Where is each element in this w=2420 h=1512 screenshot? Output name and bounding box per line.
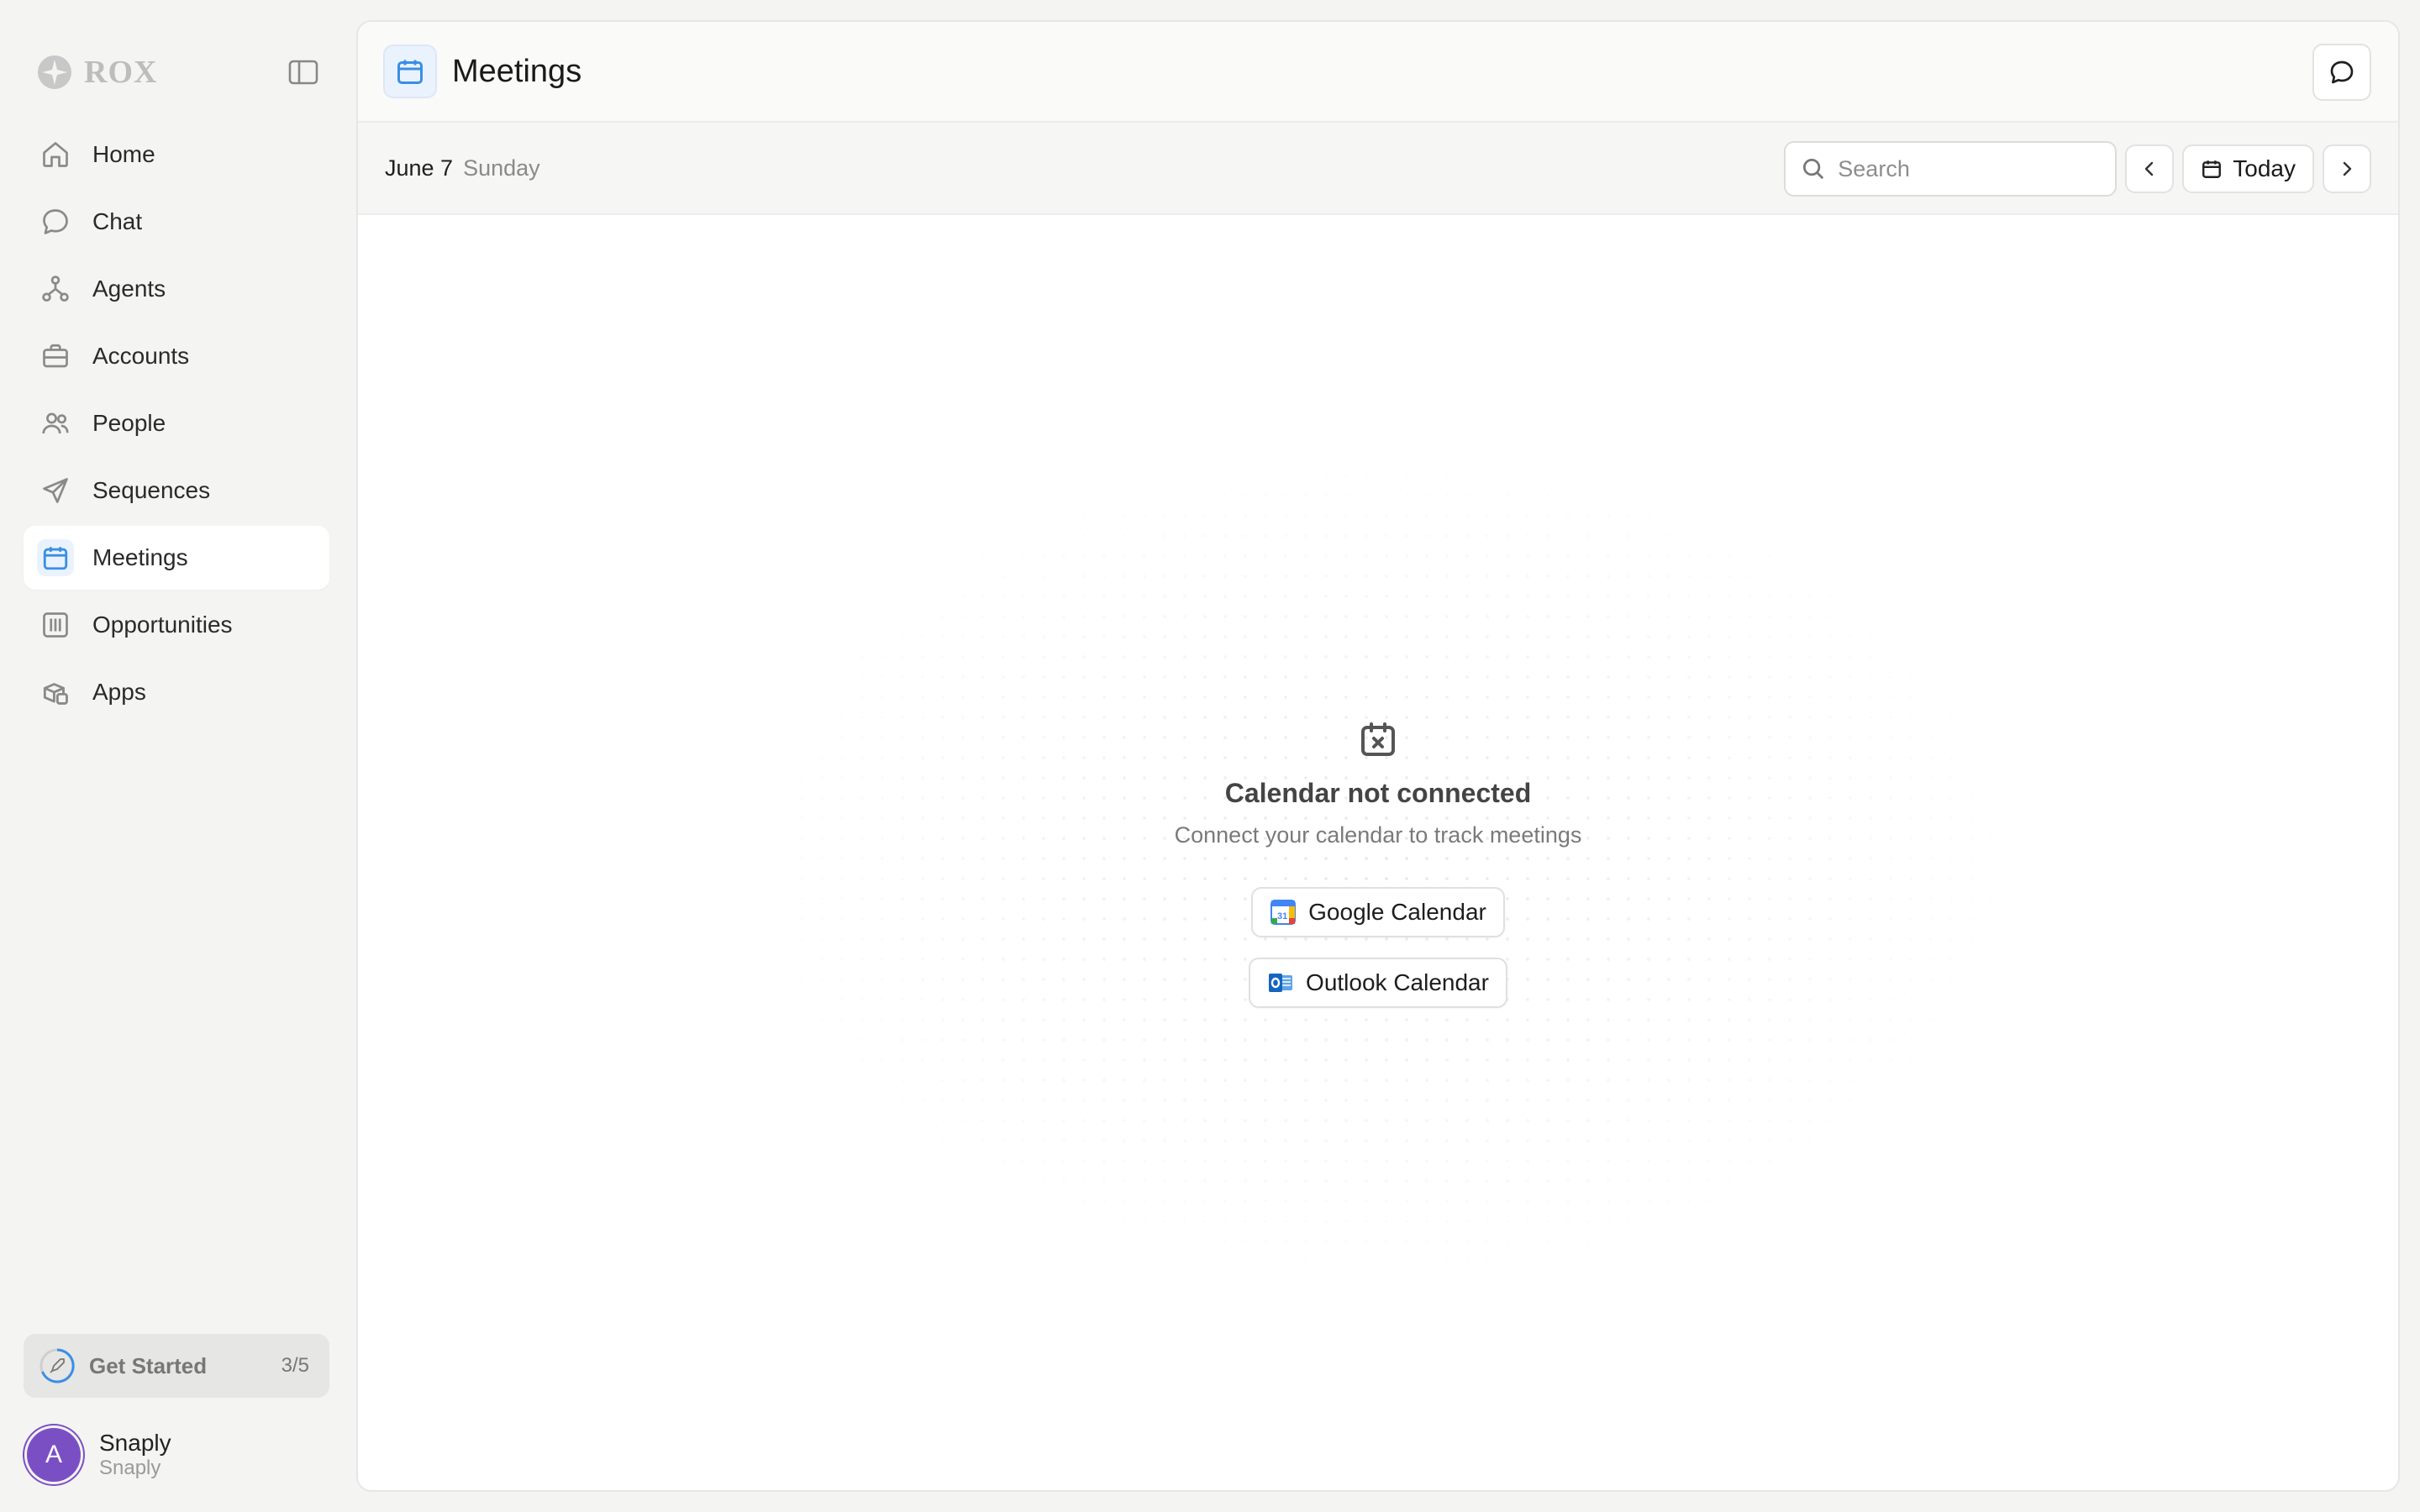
user-info: Snaply Snaply [99,1430,171,1480]
rox-logo-icon [38,55,71,89]
briefcase-icon [37,338,74,375]
get-started-label: Get Started [89,1352,208,1378]
sidebar-item-label: Apps [92,679,146,705]
chevron-left-icon [2145,161,2154,176]
today-label: Today [2233,155,2296,181]
sidebar-item-label: Home [92,141,155,167]
outlook-calendar-label: Outlook Calendar [1306,969,1489,995]
calendar-icon [2202,160,2222,178]
google-calendar-icon: 31 [1270,900,1297,925]
calendar-icon [37,539,74,576]
next-day-button[interactable] [2323,144,2371,193]
sidebar-item-apps[interactable]: Apps [24,660,329,724]
main-panel: Meetings June 7 Sunday Today [356,20,2400,1492]
sidebar-item-meetings[interactable]: Meetings [24,526,329,590]
kanban-icon [37,606,74,643]
sidebar-item-label: Agents [92,276,166,302]
previous-day-button[interactable] [2125,144,2175,193]
brand-name: ROX [84,55,158,90]
current-date: June 7 [385,155,454,181]
empty-state: Calendar not connected Connect your cale… [358,719,2398,1028]
chevron-right-icon [2343,161,2352,176]
sidebar-panel-icon [288,60,318,85]
empty-state-subtitle: Connect your calendar to track meetings [1174,822,1582,848]
paper-plane-icon [37,472,74,509]
sidebar-item-people[interactable]: People [24,391,329,455]
svg-text:31: 31 [1277,911,1287,921]
sidebar-toggle-button[interactable] [286,55,321,89]
sidebar-nav: Home Chat Agents Accounts People Sequenc… [24,123,329,727]
sidebar-item-home[interactable]: Home [24,123,329,186]
sidebar-item-label: Accounts [92,343,190,369]
sidebar-item-accounts[interactable]: Accounts [24,324,329,388]
search-icon [1803,159,1824,180]
apps-icon [37,674,74,711]
sidebar-item-label: People [92,410,166,436]
onboarding-progress-icon [39,1347,76,1384]
toolbar-controls: Today [1784,141,2371,197]
calendar-x-icon [1361,722,1395,756]
people-icon [37,405,74,442]
sidebar-item-opportunities[interactable]: Opportunities [24,593,329,657]
connect-google-calendar-button[interactable]: 31 Google Calendar [1251,887,1505,937]
chat-bubble-icon [37,203,74,240]
chat-bubble-icon [2330,60,2354,84]
page-title: Meetings [452,53,582,89]
get-started-button[interactable]: Get Started 3/5 [24,1334,329,1398]
calendar-icon [383,45,437,98]
current-weekday: Sunday [463,155,540,181]
sidebar-item-agents[interactable]: Agents [24,257,329,321]
page-header: Meetings [358,22,2398,123]
sidebar-item-sequences[interactable]: Sequences [24,459,329,522]
agents-icon [37,270,74,307]
open-chat-button[interactable] [2312,44,2371,101]
sidebar-item-label: Chat [92,208,143,234]
user-name: Snaply [99,1430,171,1456]
date-toolbar: June 7 Sunday Today [358,123,2398,215]
avatar: A [27,1428,81,1482]
outlook-calendar-icon [1269,974,1293,992]
sidebar-item-label: Meetings [92,544,188,570]
user-profile[interactable]: A Snaply Snaply [27,1425,171,1485]
sidebar-item-label: Opportunities [92,612,233,638]
get-started-progress: 3/5 [281,1354,309,1377]
connect-outlook-calendar-button[interactable]: Outlook Calendar [1249,958,1507,1008]
empty-state-title: Calendar not connected [1224,778,1532,808]
today-button[interactable]: Today [2182,144,2314,193]
sidebar-item-chat[interactable]: Chat [24,190,329,254]
search-input[interactable] [1838,155,2091,182]
brand-logo[interactable]: ROX [37,52,157,92]
user-org: Snaply [99,1457,161,1479]
meetings-content: Calendar not connected Connect your cale… [358,215,2398,1490]
google-calendar-label: Google Calendar [1308,899,1486,925]
home-icon [37,136,74,173]
sidebar: ROX Home Chat Agents Accounts People Seq… [0,0,353,1512]
sidebar-item-label: Sequences [92,477,211,503]
search-box[interactable] [1784,141,2118,197]
